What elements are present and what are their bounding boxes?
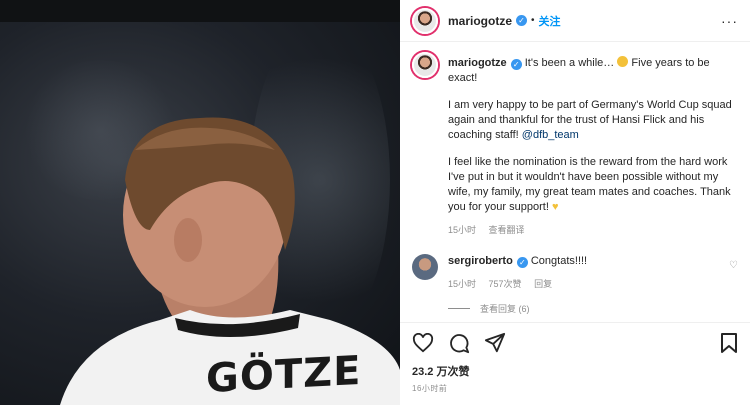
like-heart-icon[interactable]: [412, 333, 434, 353]
follow-button[interactable]: 关注: [539, 13, 561, 29]
caption-meta: 15小时 查看翻译: [448, 223, 733, 238]
caption-paragraph-3: I feel like the nomination is the reward…: [448, 156, 731, 213]
post-timestamp: 16小时前: [412, 384, 448, 393]
see-translation-link[interactable]: 查看翻译: [489, 225, 525, 235]
caption-line1: It's been a while…: [524, 57, 618, 69]
caption: mariogotze ✓ It's been a while… Five year…: [412, 52, 738, 238]
post-header: mariogotze ✓ • 关注 ···: [400, 0, 750, 42]
caption-avatar[interactable]: [412, 52, 438, 78]
caption-username[interactable]: mariogotze: [448, 57, 507, 69]
jersey-name: GÖTZE: [206, 347, 362, 403]
yellow-heart-icon: ♥: [551, 201, 559, 213]
caption-time: 15小时: [448, 225, 477, 235]
comment-item: sergiroberto ✓ Congtats!!!! 15小时 757次赞 回复…: [412, 254, 738, 292]
player-figure: [60, 117, 400, 405]
replies-divider: [448, 308, 470, 309]
profile-avatar[interactable]: [412, 7, 438, 34]
bookmark-icon[interactable]: [720, 332, 738, 354]
post-photo: GÖTZE: [0, 0, 400, 405]
view-replies-label: 查看回复 (6): [480, 304, 530, 314]
separator-dot: •: [531, 15, 535, 26]
comment-likes[interactable]: 757次赞: [489, 279, 522, 289]
comment-meta: 15小时 757次赞 回复: [448, 277, 587, 292]
caption-paragraph-2: I am very happy to be part of Germany's …: [448, 99, 732, 141]
comment-time: 15小时: [448, 279, 477, 289]
verified-badge-icon: ✓: [516, 15, 528, 26]
comments-scroll-area[interactable]: mariogotze ✓ It's been a while… Five year…: [400, 42, 750, 322]
verified-badge-icon: ✓: [516, 257, 528, 268]
comment-username[interactable]: sergiroberto: [448, 255, 513, 267]
mention-link[interactable]: @dfb_team: [522, 129, 579, 141]
post-actions: 23.2 万次赞 16小时前: [400, 322, 750, 394]
share-send-icon[interactable]: [484, 332, 506, 354]
post-details-panel: mariogotze ✓ • 关注 ··· mariogotze ✓ It's b…: [400, 0, 750, 405]
comment-like-heart-icon[interactable]: ♡: [729, 260, 738, 271]
verified-badge-icon: ✓: [510, 59, 522, 70]
more-options-icon[interactable]: ···: [721, 13, 738, 29]
likes-count[interactable]: 23.2 万次赞: [412, 363, 738, 379]
view-replies-button[interactable]: 查看回复 (6): [448, 302, 738, 315]
comment-avatar[interactable]: [412, 254, 438, 280]
comment-bubble-icon[interactable]: [448, 332, 470, 354]
reply-button[interactable]: 回复: [534, 279, 552, 289]
comment-text: Congtats!!!!: [530, 255, 588, 267]
smile-emoji-icon: [617, 56, 629, 67]
header-username[interactable]: mariogotze: [448, 14, 512, 28]
